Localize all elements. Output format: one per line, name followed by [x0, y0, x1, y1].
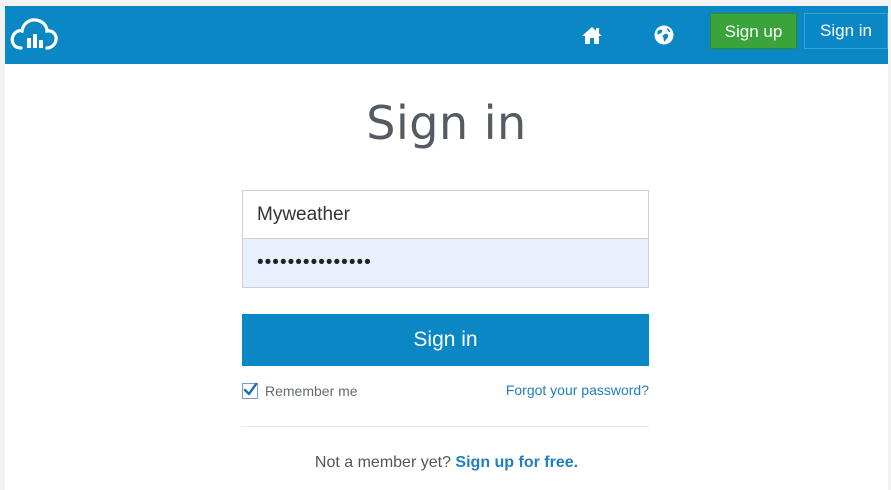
- remember-me-label: Remember me: [265, 383, 358, 399]
- top-navigation-bar: Sign up Sign in: [5, 6, 888, 64]
- signin-submit-button[interactable]: Sign in: [242, 314, 649, 366]
- username-field[interactable]: [243, 191, 648, 239]
- page-title: Sign in: [366, 96, 527, 150]
- window-frame: Sign up Sign in Sign in Sign in Remember…: [0, 0, 891, 490]
- home-icon[interactable]: [581, 24, 603, 46]
- remember-me-checkbox[interactable]: [242, 382, 258, 399]
- checkmark-icon: [243, 382, 258, 396]
- globe-icon[interactable]: [653, 24, 675, 46]
- page: Sign up Sign in Sign in Sign in Remember…: [5, 6, 888, 490]
- signup-free-link[interactable]: Sign up for free.: [455, 454, 578, 471]
- password-field[interactable]: [243, 239, 648, 287]
- divider: [242, 426, 649, 427]
- forgot-password-link[interactable]: Forgot your password?: [506, 382, 649, 398]
- signup-prompt-text: Not a member yet?: [314, 454, 451, 471]
- remember-me-checkbox-row[interactable]: Remember me: [242, 382, 358, 400]
- signup-prompt: Not a member yet? Sign up for free.: [5, 454, 888, 472]
- signin-nav-button[interactable]: Sign in: [804, 13, 888, 49]
- cloud-chart-logo-icon[interactable]: [9, 14, 59, 56]
- signup-button[interactable]: Sign up: [710, 13, 797, 49]
- credentials-group: [242, 190, 649, 288]
